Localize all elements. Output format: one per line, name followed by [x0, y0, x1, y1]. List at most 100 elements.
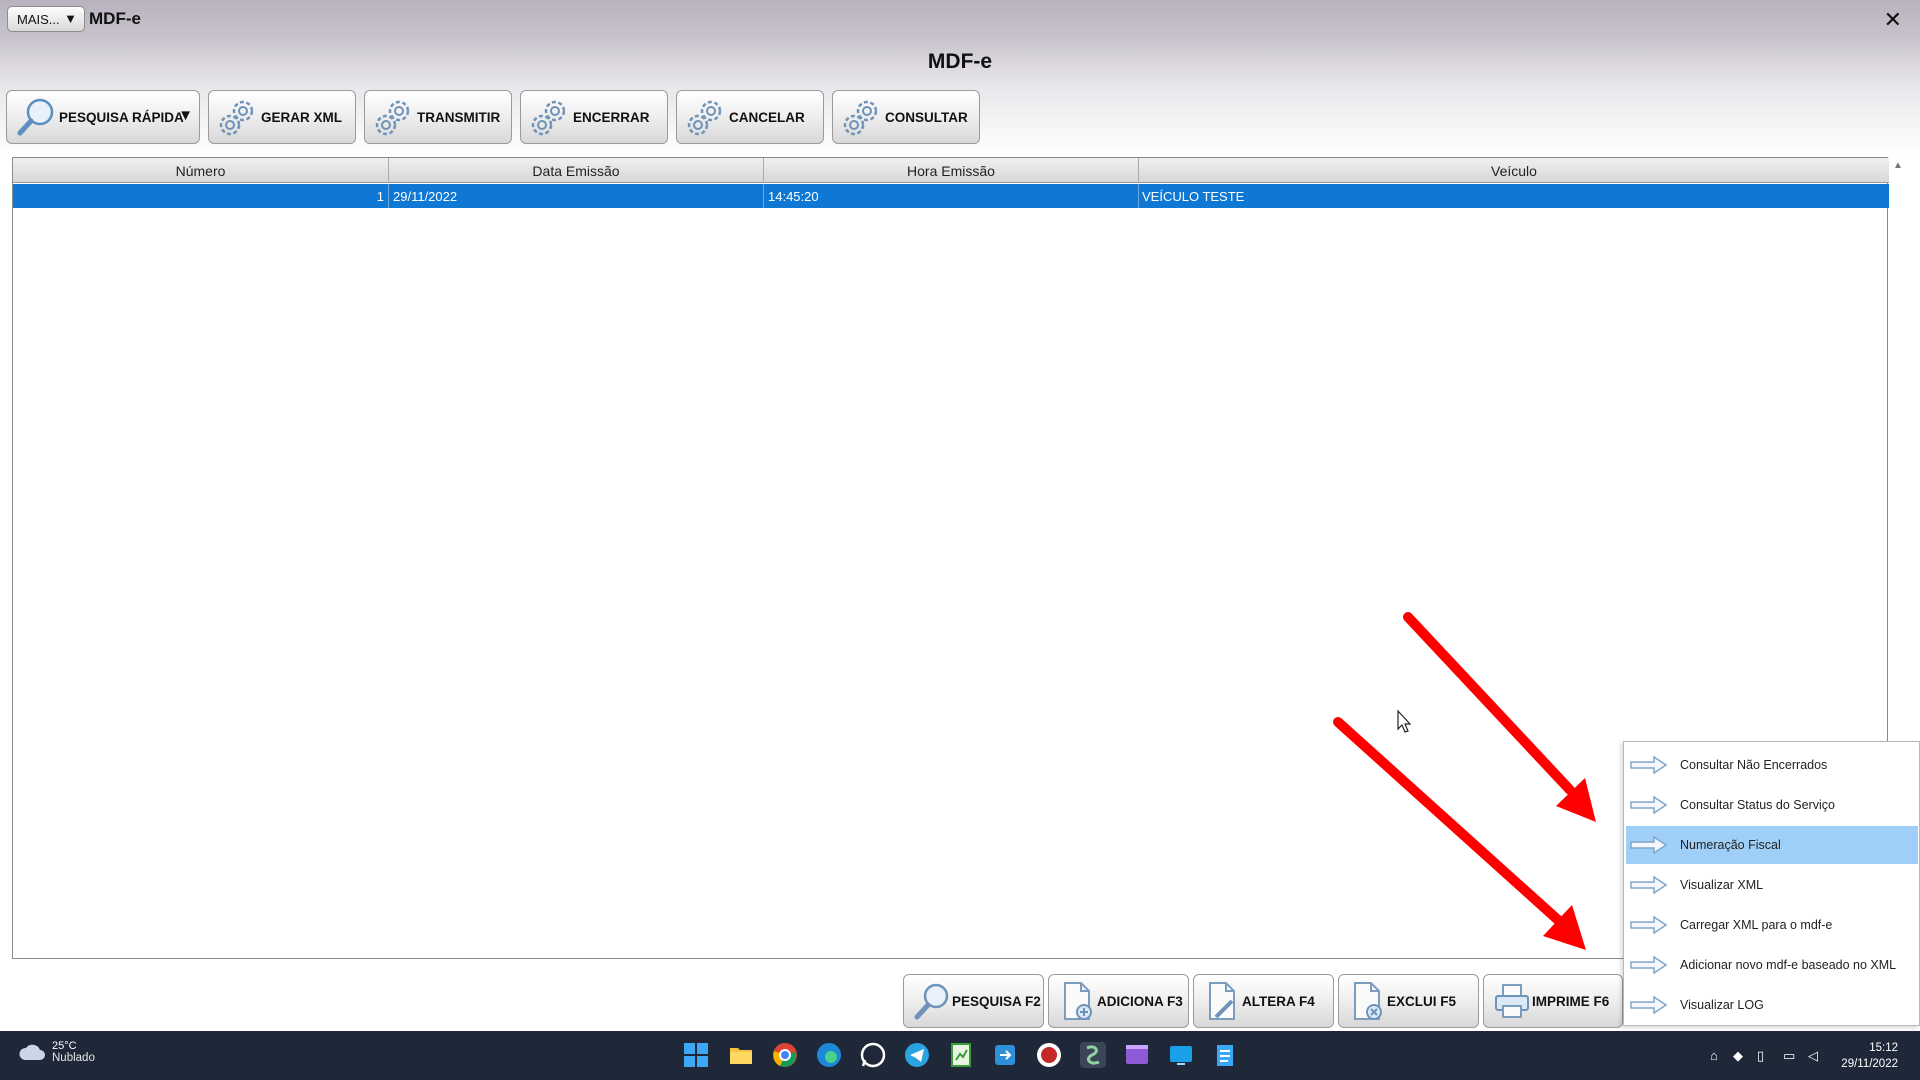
- file-explorer-icon[interactable]: [728, 1042, 754, 1068]
- magnifier-icon: [914, 983, 949, 1020]
- windows-start-icon[interactable]: [683, 1042, 709, 1068]
- whatsapp-icon[interactable]: [860, 1042, 886, 1068]
- menu-item-visualizar-log[interactable]: Visualizar LOG: [1626, 986, 1918, 1024]
- menu-item-carregar-xml[interactable]: Carregar XML para o mdf-e: [1626, 906, 1918, 944]
- taskbar-clock[interactable]: 15:12 29/11/2022: [1841, 1040, 1898, 1072]
- menu-item-visualizar-xml[interactable]: Visualizar XML: [1626, 866, 1918, 904]
- weather-temperature: 25°C: [52, 1040, 77, 1052]
- menu-item-consultar-status-servico[interactable]: Consultar Status do Serviço: [1626, 786, 1918, 824]
- mdfe-grid[interactable]: Número Data Emissão Hora Emissão Veículo…: [12, 157, 1889, 959]
- tray-network-icon[interactable]: ⌂: [1710, 1048, 1718, 1063]
- clock-date: 29/11/2022: [1841, 1058, 1898, 1070]
- gear-icon: [531, 100, 566, 136]
- cell-data-emissao[interactable]: 29/11/2022: [389, 184, 764, 208]
- telegram-icon[interactable]: [904, 1042, 930, 1068]
- menu-item-label: Carregar XML para o mdf-e: [1680, 918, 1833, 932]
- printer-icon: [1495, 984, 1529, 1018]
- adiciona-f3-label: ADICIONA F3: [1097, 993, 1183, 1009]
- window-titlebar: [0, 0, 1920, 38]
- arrow-right-icon: [1630, 835, 1668, 855]
- column-header-hora-emissao[interactable]: Hora Emissão: [764, 158, 1139, 183]
- mais-menu-label: MAIS...: [17, 11, 60, 27]
- encerrar-button[interactable]: ENCERRAR: [520, 90, 668, 144]
- imprime-f6-button[interactable]: IMPRIME F6: [1483, 974, 1623, 1028]
- menu-item-label: Visualizar LOG: [1680, 998, 1764, 1012]
- add-document-icon: [1064, 982, 1092, 1020]
- arrow-right-icon: [1630, 875, 1668, 895]
- remote-access-icon[interactable]: [992, 1042, 1018, 1068]
- cell-numero[interactable]: 1: [13, 184, 389, 208]
- more-options-popup-menu: Consultar Não Encerrados Consultar Statu…: [1623, 741, 1920, 1026]
- arrow-right-icon: [1630, 955, 1668, 975]
- notepad-icon[interactable]: [1212, 1042, 1238, 1068]
- gear-icon: [687, 100, 722, 136]
- menu-item-label: Adicionar novo mdf-e baseado no XML: [1680, 958, 1897, 972]
- gerar-xml-button[interactable]: GERAR XML: [208, 90, 356, 144]
- cell-hora-emissao[interactable]: 14:45:20: [764, 184, 1139, 208]
- table-row[interactable]: 1 29/11/2022 14:45:20 VEÍCULO TESTE: [13, 184, 1889, 208]
- magnifier-icon: [17, 98, 54, 136]
- gear-icon: [843, 100, 878, 136]
- adiciona-f3-button[interactable]: ADICIONA F3: [1048, 974, 1189, 1028]
- weather-condition: Nublado: [52, 1052, 95, 1064]
- imprime-f6-label: IMPRIME F6: [1532, 993, 1610, 1009]
- edge-icon[interactable]: [816, 1042, 842, 1068]
- arrow-right-icon: [1630, 755, 1668, 775]
- chrome-icon[interactable]: [772, 1042, 798, 1068]
- tray-security-icon[interactable]: ◆: [1733, 1048, 1743, 1064]
- column-header-data-emissao[interactable]: Data Emissão: [389, 158, 764, 183]
- form-title: MDF-e: [927, 50, 993, 73]
- encerrar-label: ENCERRAR: [573, 109, 650, 125]
- mais-menu-button[interactable]: MAIS... ▼: [7, 6, 85, 32]
- cell-veiculo[interactable]: VEÍCULO TESTE: [1139, 184, 1889, 208]
- tray-volume-icon[interactable]: ◁: [1808, 1048, 1818, 1064]
- app-title: MDF-e: [89, 9, 141, 28]
- menu-item-numeracao-fiscal[interactable]: Numeração Fiscal: [1626, 826, 1918, 864]
- pesquisa-f2-button[interactable]: PESQUISA F2: [903, 974, 1044, 1028]
- delete-document-icon: [1354, 982, 1382, 1020]
- menu-item-label: Consultar Não Encerrados: [1680, 758, 1828, 772]
- altera-f4-label: ALTERA F4: [1242, 993, 1315, 1009]
- cancelar-label: CANCELAR: [729, 109, 805, 125]
- gear-icon: [375, 100, 410, 136]
- weather-widget[interactable]: 25°C Nublado: [18, 1040, 95, 1064]
- consultar-label: CONSULTAR: [885, 109, 968, 125]
- dropdown-arrow-icon: ▼: [64, 11, 77, 26]
- remote-desktop-icon[interactable]: [1168, 1042, 1194, 1068]
- menu-item-consultar-nao-encerrados[interactable]: Consultar Não Encerrados: [1626, 746, 1918, 784]
- column-header-numero[interactable]: Número: [13, 158, 389, 183]
- edit-document-icon: [1209, 982, 1235, 1020]
- gerar-xml-label: GERAR XML: [261, 109, 342, 125]
- transmitir-button[interactable]: TRANSMITIR: [364, 90, 512, 144]
- arrow-right-icon: [1630, 995, 1668, 1015]
- pesquisa-rapida-button[interactable]: PESQUISA RÁPIDA ▼: [6, 90, 200, 144]
- exclui-f5-label: EXCLUI F5: [1387, 993, 1457, 1009]
- arrow-right-icon: [1630, 795, 1668, 815]
- clock-time: 15:12: [1869, 1042, 1898, 1054]
- pesquisa-rapida-label: PESQUISA RÁPIDA: [59, 109, 184, 125]
- menu-item-label: Visualizar XML: [1680, 878, 1764, 892]
- exclui-f5-button[interactable]: EXCLUI F5: [1338, 974, 1479, 1028]
- column-header-veiculo[interactable]: Veículo: [1139, 158, 1889, 183]
- menu-item-label: Consultar Status do Serviço: [1680, 798, 1835, 812]
- pesquisa-f2-label: PESQUISA F2: [952, 993, 1041, 1009]
- consultar-button[interactable]: CONSULTAR: [832, 90, 980, 144]
- erp-app-icon[interactable]: [1080, 1042, 1106, 1068]
- media-app-icon[interactable]: [1124, 1042, 1150, 1068]
- tray-usb-icon[interactable]: ▯: [1757, 1048, 1764, 1064]
- grid-header: Número Data Emissão Hora Emissão Veículo: [13, 158, 1889, 183]
- menu-item-label: Numeração Fiscal: [1680, 838, 1781, 852]
- spreadsheet-app-icon[interactable]: [948, 1042, 974, 1068]
- transmitir-label: TRANSMITIR: [417, 109, 501, 125]
- cancelar-button[interactable]: CANCELAR: [676, 90, 824, 144]
- menu-item-adicionar-novo-mdfe-xml[interactable]: Adicionar novo mdf-e baseado no XML: [1626, 946, 1918, 984]
- altera-f4-button[interactable]: ALTERA F4: [1193, 974, 1334, 1028]
- close-icon[interactable]: ✕: [1884, 7, 1902, 33]
- tray-monitor-icon[interactable]: ▭: [1783, 1048, 1795, 1064]
- cloud-icon: [19, 1044, 45, 1060]
- arrow-right-icon: [1630, 915, 1668, 935]
- gear-icon: [219, 100, 254, 136]
- scroll-up-arrow-icon[interactable]: ▲: [1893, 160, 1903, 171]
- chevron-down-icon[interactable]: ▼: [178, 107, 193, 124]
- security-app-icon[interactable]: [1036, 1042, 1062, 1068]
